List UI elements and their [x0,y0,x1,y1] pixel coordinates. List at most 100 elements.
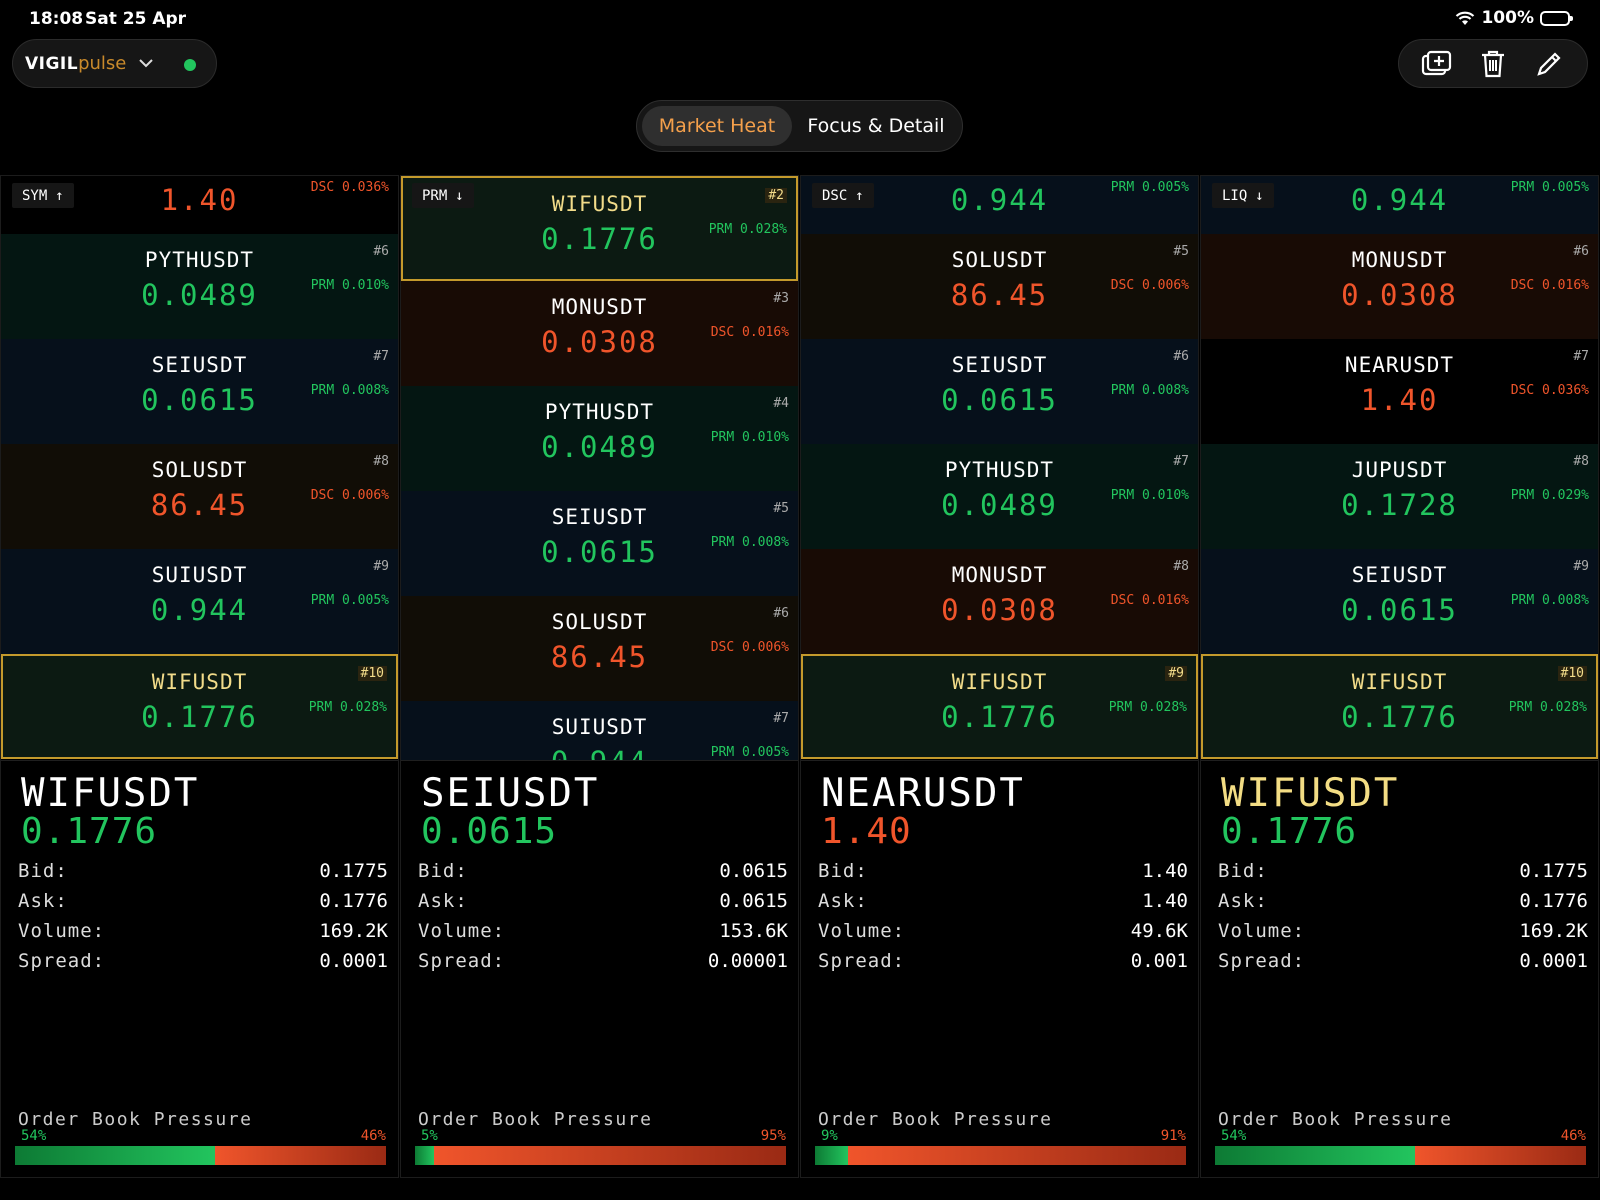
market-cell[interactable]: SOLUSDT 86.45 #6 DSC 0.006% [401,596,798,701]
status-time: 18:08 [29,9,84,29]
cell-symbol: JUPUSDT [1351,458,1448,482]
add-layout-button[interactable] [1417,44,1457,84]
order-book-pressure-title: Order Book Pressure [418,1109,653,1130]
detail-panel: SEIUSDT 0.0615 Bid: 0.0615 Ask: 0.0615 Volume:… [401,760,798,1179]
cell-funding-rate: PRM 0.005% [710,745,789,760]
pressure-ask-percent: 46% [1560,1128,1586,1144]
market-cell[interactable]: SUIUSDT 0.944 #9 PRM 0.005% [1,549,398,654]
cell-funding-rate: PRM 0.005% [1110,180,1189,195]
detail-row-bid: Bid: 0.1775 [18,860,388,884]
detail-label-bid: Bid: [418,860,468,882]
status-date: Sat 25 Apr [85,9,187,29]
detail-row-bid: Bid: 1.40 [818,860,1188,884]
cell-symbol: SEIUSDT [1351,563,1448,587]
detail-label-bid: Bid: [18,860,68,882]
sort-label: LIQ [1222,187,1248,204]
delete-button[interactable] [1473,44,1513,84]
detail-row-volume: Volume: 153.6K [418,920,788,944]
detail-panel: NEARUSDT 1.40 Bid: 1.40 Ask: 1.40 Volume: 49.6K… [801,760,1198,1179]
edit-button[interactable] [1529,44,1569,84]
sort-label: DSC [822,187,848,204]
heat-cells: WIFUSDT 0.1776 #2 PRM 0.028% MONUSDT 0.0308 #3… [401,176,798,760]
market-cell[interactable]: SOLUSDT 86.45 #5 DSC 0.006% [801,234,1198,339]
cell-rank: #9 [1165,666,1187,681]
cell-rank: #7 [773,711,789,726]
market-cell[interactable]: PYTHUSDT 0.0489 #4 PRM 0.010% [401,386,798,491]
market-cell[interactable]: MONUSDT 0.0308 #8 DSC 0.016% [801,549,1198,654]
cell-rank: #7 [373,349,389,364]
detail-label-volume: Volume: [18,920,106,942]
market-cell[interactable]: SOLUSDT 86.45 #8 DSC 0.006% [1,444,398,549]
market-cell[interactable]: WIFUSDT 0.1776 #9 PRM 0.028% [801,654,1198,759]
detail-value-spread: 0.0001 [1519,950,1588,972]
cell-rank: #7 [1573,349,1589,364]
detail-value-volume: 153.6K [719,920,788,942]
market-cell[interactable]: SUIUSDT0.944#7PRM 0.005% [401,701,798,760]
market-cell[interactable]: SEIUSDT 0.0615 #9 PRM 0.008% [1201,549,1598,654]
add-layout-icon [1421,50,1452,75]
tab-focus-detail[interactable]: Focus & Detail [796,106,956,146]
battery-icon [1540,10,1573,26]
market-cell[interactable]: PYTHUSDT 0.0489 #6 PRM 0.010% [1,234,398,339]
pressure-bid-percent: 9% [821,1128,838,1144]
detail-label-bid: Bid: [1218,860,1268,882]
brand-secondary: pulse [78,53,127,74]
detail-value-bid: 0.1775 [319,860,388,882]
market-cell[interactable]: WIFUSDT 0.1776 #10 PRM 0.028% [1,654,398,759]
market-cell[interactable]: SEIUSDT 0.0615 #6 PRM 0.008% [801,339,1198,444]
sort-button[interactable]: DSC ↑ [812,183,874,208]
sort-button[interactable]: PRM ↓ [412,183,474,208]
cell-rank: #6 [373,244,389,259]
cell-funding-rate: DSC 0.016% [710,325,789,340]
pressure-bid-percent: 54% [21,1128,47,1144]
cell-symbol: WIFUSDT [951,670,1048,694]
cell-rank: #8 [1573,454,1589,469]
tab-market-heat[interactable]: Market Heat [642,106,792,146]
detail-label-ask: Ask: [1218,890,1268,912]
market-cell[interactable]: MONUSDT 0.0308 #3 DSC 0.016% [401,281,798,386]
detail-value-spread: 0.00001 [707,950,788,972]
detail-price: 0.1776 [21,811,158,852]
cell-funding-rate: PRM 0.010% [1110,488,1189,503]
detail-symbol: SEIUSDT [421,771,600,816]
market-cell[interactable]: SEIUSDT 0.0615 #5 PRM 0.008% [401,491,798,596]
market-cell[interactable]: JUPUSDT 0.1728 #8 PRM 0.029% [1201,444,1598,549]
sort-button[interactable]: LIQ ↓ [1212,183,1274,208]
cell-funding-rate: DSC 0.036% [310,180,389,195]
cell-rank: #7 [1173,454,1189,469]
order-book-pressure-bar [815,1146,1186,1165]
detail-value-spread: 0.0001 [319,950,388,972]
detail-value-ask: 0.0615 [719,890,788,912]
cell-rank: #4 [773,396,789,411]
pressure-bid-percent: 5% [421,1128,438,1144]
detail-label-bid: Bid: [818,860,868,882]
detail-row-ask: Ask: 0.1776 [1218,890,1588,914]
sort-direction-icon: ↑ [55,187,64,204]
sort-label: PRM [422,187,448,204]
detail-price: 0.0615 [421,811,558,852]
cell-rank: #9 [373,559,389,574]
pencil-icon [1537,51,1561,76]
detail-price: 1.40 [821,811,912,852]
cell-funding-rate: DSC 0.006% [310,488,389,503]
detail-value-bid: 0.1775 [1519,860,1588,882]
pressure-ask-percent: 95% [760,1128,786,1144]
market-cell[interactable]: NEARUSDT 1.40 #7 DSC 0.036% [1201,339,1598,444]
detail-value-ask: 0.1776 [319,890,388,912]
detail-panel: WIFUSDT 0.1776 Bid: 0.1775 Ask: 0.1776 Volume:… [1,760,398,1179]
market-cell[interactable]: SEIUSDT 0.0615 #7 PRM 0.008% [1,339,398,444]
cell-symbol: WIFUSDT [1351,670,1448,694]
cell-funding-rate: PRM 0.008% [310,383,389,398]
pressure-bid-segment [15,1146,216,1165]
sort-button[interactable]: SYM ↑ [12,183,74,208]
cell-symbol: PYTHUSDT [544,400,655,424]
market-cell[interactable]: MONUSDT 0.0308 #6 DSC 0.016% [1201,234,1598,339]
order-book-pressure-bar [1215,1146,1586,1165]
detail-row-spread: Spread: 0.0001 [18,950,388,974]
cell-rank: #9 [1573,559,1589,574]
cell-funding-rate: DSC 0.006% [710,640,789,655]
pressure-bid-segment [1215,1146,1416,1165]
app-switcher[interactable]: VIGIL pulse [12,39,217,88]
market-cell[interactable]: WIFUSDT 0.1776 #10 PRM 0.028% [1201,654,1598,759]
market-cell[interactable]: PYTHUSDT 0.0489 #7 PRM 0.010% [801,444,1198,549]
